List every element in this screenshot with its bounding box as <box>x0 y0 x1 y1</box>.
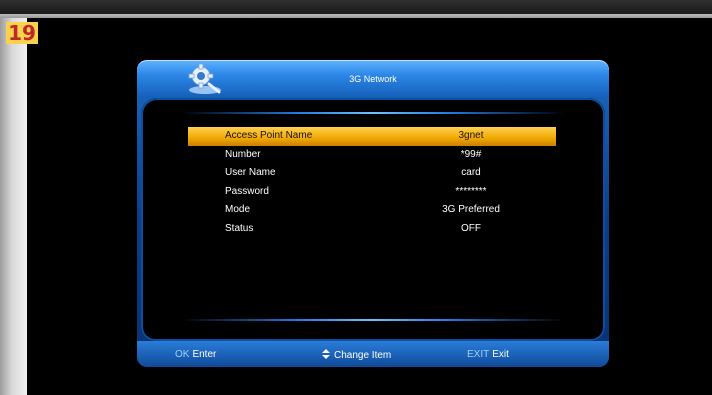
setting-value: ******** <box>455 185 487 197</box>
setting-label: Access Point Name <box>225 130 313 141</box>
setting-label: Status <box>225 222 254 234</box>
bottom-divider <box>181 319 565 321</box>
setting-value: card <box>461 167 481 179</box>
change-item-label: Change Item <box>334 350 392 361</box>
footer-hint-bar: OK Enter Change Item EXIT Exit <box>137 341 609 367</box>
settings-list: Access Point Name 3gnet Number *99# User… <box>188 127 556 239</box>
setting-row-access-point-name[interactable]: Access Point Name 3gnet <box>188 127 556 146</box>
page-top-bar <box>0 0 712 18</box>
ok-key-label: OK <box>175 349 190 360</box>
setting-row-password[interactable]: Password ******** <box>188 183 556 202</box>
setting-label: Number <box>225 148 261 160</box>
setting-value: *99# <box>460 148 482 160</box>
exit-key-label: EXIT <box>467 349 490 360</box>
setting-value: OFF <box>461 222 481 234</box>
up-down-arrow-icon <box>322 349 331 359</box>
setting-label: Password <box>225 185 269 197</box>
hint-change-item[interactable]: Change Item <box>322 349 391 361</box>
setting-row-mode[interactable]: Mode 3G Preferred <box>188 201 556 220</box>
window-title: 3G Network <box>349 74 397 84</box>
setting-label: Mode <box>225 204 251 216</box>
setting-value: 3G Preferred <box>442 204 500 216</box>
page-left-strip <box>0 18 27 395</box>
network-settings-window: 3G Network Access Point Name 3gnet Numbe… <box>137 60 609 367</box>
hint-ok-enter[interactable]: OK Enter <box>175 349 216 360</box>
setting-value: 3gnet <box>458 130 484 141</box>
title-bar: 3G Network <box>137 60 609 98</box>
setting-label: User Name <box>225 167 276 179</box>
setting-row-status[interactable]: Status OFF <box>188 220 556 239</box>
exit-action-label: Exit <box>492 349 509 360</box>
setting-row-number[interactable]: Number *99# <box>188 146 556 165</box>
hint-exit[interactable]: EXIT Exit <box>467 349 509 360</box>
setting-row-user-name[interactable]: User Name card <box>188 164 556 183</box>
top-divider <box>181 112 565 114</box>
ok-action-label: Enter <box>192 349 217 360</box>
settings-panel: Access Point Name 3gnet Number *99# User… <box>141 98 605 341</box>
page-number-badge: 19 <box>6 22 38 44</box>
